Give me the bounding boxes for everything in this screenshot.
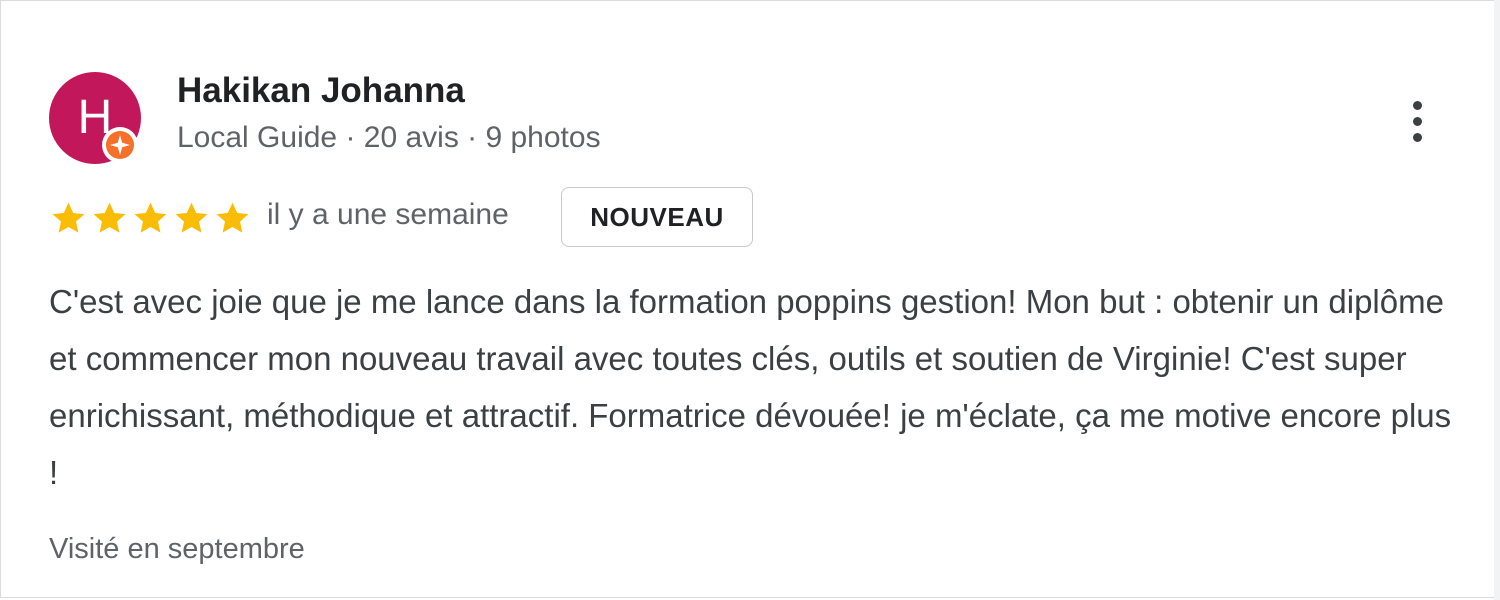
local-guide-star-icon	[106, 131, 134, 159]
star-rating	[49, 197, 252, 239]
star-icon	[52, 202, 85, 233]
star-icon	[216, 202, 249, 233]
more-options-button[interactable]	[1393, 89, 1441, 153]
review-time: il y a une semaine	[267, 198, 509, 231]
review-text: C'est avec joie que je me lance dans la …	[49, 283, 1452, 491]
local-guide-badge	[102, 127, 138, 163]
visit-date: Visité en septembre	[49, 533, 305, 565]
more-vert-icon-dot	[1412, 116, 1422, 126]
star-icon	[93, 202, 126, 233]
reviewer-meta: Local Guide · 20 avis · 9 photos	[177, 121, 601, 154]
new-badge: NOUVEAU	[561, 187, 753, 247]
more-vert-icon-dot	[1412, 100, 1422, 110]
star-icon	[175, 202, 208, 233]
scrollbar-track	[1494, 0, 1500, 600]
reviewer-name[interactable]: Hakikan Johanna	[177, 71, 465, 111]
review-card: H Hakikan Johanna Local Guide · 20 avis …	[0, 0, 1498, 598]
more-vert-icon-dot	[1412, 132, 1422, 142]
star-icon	[134, 202, 167, 233]
